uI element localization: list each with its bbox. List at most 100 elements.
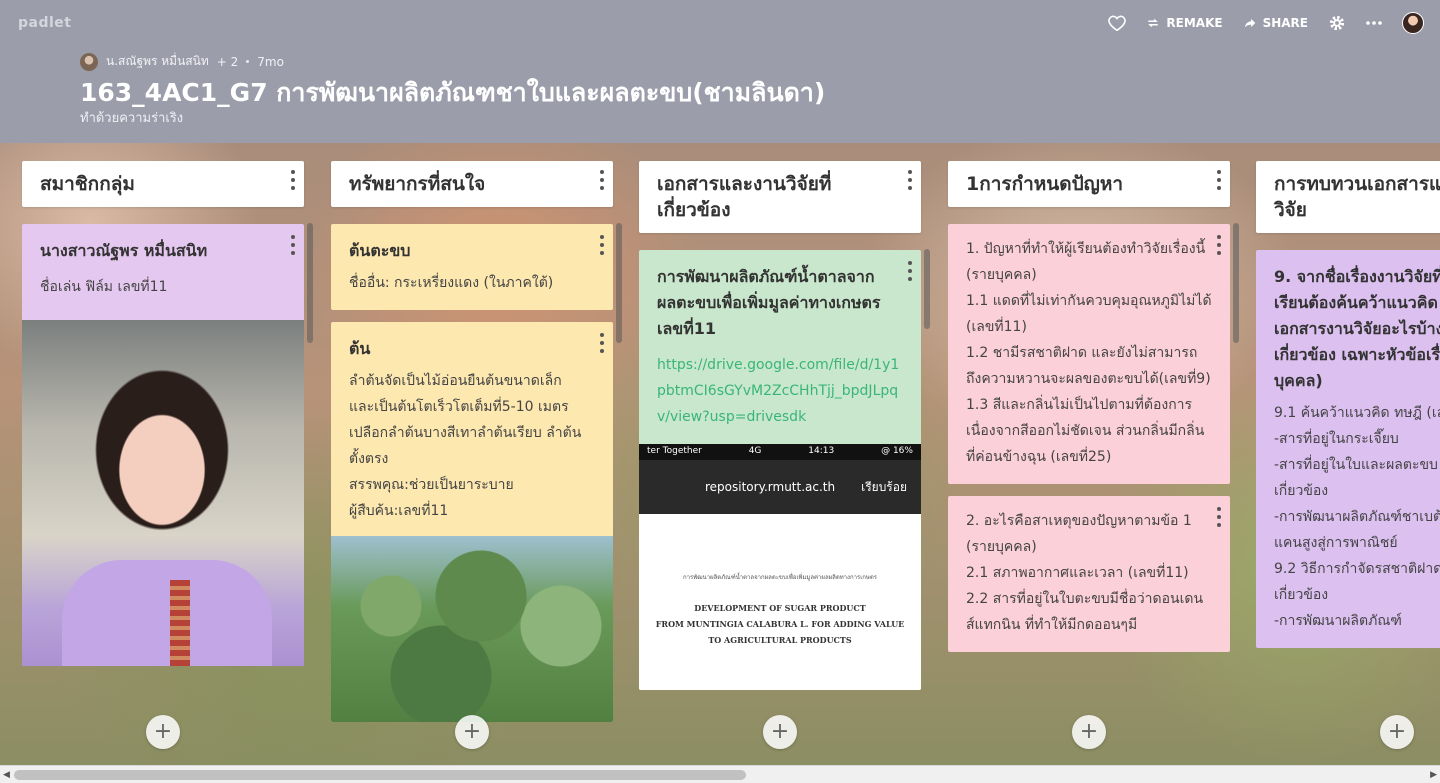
post-title: ต้น: [349, 339, 371, 358]
doc-thai-title: การพัฒนาผลิตภัณฑ์น้ำตาลจากผลตะขบเพื่อเพิ…: [683, 574, 877, 581]
padlet-logo[interactable]: padlet: [18, 15, 71, 31]
post-menu-icon[interactable]: [288, 234, 298, 256]
horizontal-scrollbar[interactable]: ◀ ▶: [0, 765, 1440, 783]
doc-title-line: TO AGRICULTURAL PRODUCTS: [708, 635, 852, 645]
phone-carrier: ter Together: [647, 446, 702, 456]
post-link[interactable]: https://drive.google.com/file/d/1y1pbtmC…: [657, 352, 903, 430]
like-button[interactable]: [1108, 15, 1127, 31]
add-post-button[interactable]: +: [1380, 715, 1414, 749]
add-post-button[interactable]: +: [455, 715, 489, 749]
column-posts: ต้นตะขบ ชื่ออื่น: กระเหรี่ยงแดง (ในภาคใต…: [331, 224, 613, 722]
column-posts: 1. ปัญหาที่ทำให้ผู้เรียนต้องทำวิจัยเรื่อ…: [948, 224, 1230, 652]
page-subtitle: ทำด้วยความร่าเริง: [80, 111, 184, 126]
photo-shirt: [62, 560, 272, 666]
column-menu-icon[interactable]: [597, 169, 607, 191]
user-avatar[interactable]: [1402, 12, 1424, 34]
padlet-canvas: สมาชิกกลุ่ม นางสาวณัฐพร หมื่นสนิท ชื่อเล…: [0, 143, 1440, 765]
post-card[interactable]: 9. จากชื่อเรื่องงานวิจัยที่ตั้งไว้ ผู้เร…: [1256, 250, 1440, 648]
column-title: การทบทวนเอกสารและงานวิจัย: [1274, 173, 1440, 221]
post-body: 1. ปัญหาที่ทำให้ผู้เรียนต้องทำวิจัยเรื่อ…: [966, 241, 1212, 465]
post-card[interactable]: 1. ปัญหาที่ทำให้ผู้เรียนต้องทำวิจัยเรื่อ…: [948, 224, 1230, 484]
column-scrollbar[interactable]: [616, 223, 622, 343]
author-avatar: [80, 52, 98, 71]
column-documents: เอกสารและงานวิจัยที่เกี่ยวข้อง การพัฒนาผ…: [639, 161, 930, 702]
post-card[interactable]: นางสาวณัฐพร หมื่นสนิท ชื่อเล่น ฟิล์ม เลข…: [22, 224, 304, 666]
heart-icon: [1108, 15, 1127, 31]
share-icon: [1244, 18, 1255, 28]
column-title: สมาชิกกลุ่ม: [40, 173, 135, 195]
column-header: เอกสารและงานวิจัยที่เกี่ยวข้อง: [639, 161, 921, 233]
phone-done: เรียบร้อย: [861, 479, 907, 494]
header-actions: REMAKE SHARE: [1108, 12, 1424, 34]
remake-label: REMAKE: [1166, 16, 1223, 30]
settings-button[interactable]: [1328, 14, 1346, 32]
post-title: ต้นตะขบ: [349, 241, 411, 260]
post-menu-icon[interactable]: [597, 234, 607, 256]
column-menu-icon[interactable]: [288, 169, 298, 191]
member-photo[interactable]: [22, 320, 304, 666]
column-resources: ทรัพยากรที่สนใจ ต้นตะขบ ชื่ออื่น: กระเหร…: [331, 161, 622, 734]
share-button[interactable]: SHARE: [1243, 16, 1308, 30]
more-horizontal-icon: [1366, 21, 1382, 25]
column-header: การทบทวนเอกสารและงานวิจัย: [1256, 161, 1440, 233]
author-name[interactable]: น.สณัฐพร หมื่นสนิท: [106, 52, 209, 71]
gear-icon: [1329, 15, 1345, 31]
post-menu-icon[interactable]: [905, 260, 915, 282]
scrollbar-thumb[interactable]: [14, 770, 746, 780]
column-header: ทรัพยากรที่สนใจ: [331, 161, 613, 207]
column-scrollbar[interactable]: [924, 249, 930, 329]
remake-icon: [1148, 18, 1159, 28]
column-title: 1การกำหนดปัญหา: [966, 173, 1124, 195]
column-members: สมาชิกกลุ่ม นางสาวณัฐพร หมื่นสนิท ชื่อเล…: [22, 161, 313, 678]
more-button[interactable]: [1366, 21, 1382, 25]
padlet-meta: น.สณัฐพร หมื่นสนิท + 2 7mo: [80, 52, 284, 71]
doc-title-line: FROM MUNTINGIA CALABURA L. FOR ADDING VA…: [655, 619, 905, 629]
phone-battery: @ 16%: [881, 446, 913, 456]
post-body: ชื่ออื่น: กระเหรี่ยงแดง (ในภาคใต้): [349, 275, 554, 291]
column-menu-icon[interactable]: [1214, 169, 1224, 191]
column-posts: การพัฒนาผลิตภัณฑ์น้ำตาลจากผลตะขบเพื่อเพิ…: [639, 250, 921, 690]
column-header: 1การกำหนดปัญหา: [948, 161, 1230, 207]
post-card[interactable]: ต้น ลำต้นจัดเป็นไม้อ่อนยืนต้นขนาดเล็ก แล…: [331, 322, 613, 722]
add-post-button[interactable]: +: [1072, 715, 1106, 749]
contributors-count: + 2: [216, 54, 239, 69]
post-card[interactable]: ต้นตะขบ ชื่ออื่น: กระเหรี่ยงแดง (ในภาคใต…: [331, 224, 613, 310]
padlet-age: 7mo: [257, 54, 284, 69]
post-body: ชื่อเล่น ฟิล์ม เลขที่11: [40, 279, 168, 295]
share-label: SHARE: [1262, 16, 1308, 30]
column-literature-review: การทบทวนเอกสารและงานวิจัย 9. จากชื่อเรื่…: [1256, 161, 1440, 660]
photo-tie: [170, 580, 190, 666]
scroll-left-icon[interactable]: ◀: [3, 770, 10, 780]
page-title: 163_4AC1_G7 การพัฒนาผลิตภัณฑชาใบและผลตะข…: [80, 78, 826, 107]
separator-dot: [246, 60, 250, 63]
document-screenshot[interactable]: ter Together 4G 14:13 @ 16% repository.r…: [639, 444, 921, 690]
remake-button[interactable]: REMAKE: [1146, 16, 1223, 30]
column-posts: 9. จากชื่อเรื่องงานวิจัยที่ตั้งไว้ ผู้เร…: [1256, 250, 1440, 648]
phone-browser-bar: repository.rmutt.ac.th เรียบร้อย: [639, 460, 921, 514]
padlet-header: padlet REMAKE SHARE น.สณัฐพร หมื่นสนิท +…: [0, 0, 1440, 143]
column-header: สมาชิกกลุ่ม: [22, 161, 304, 207]
phone-document: การพัฒนาผลิตภัณฑ์น้ำตาลจากผลตะขบเพื่อเพิ…: [639, 514, 921, 648]
column-menu-icon[interactable]: [905, 169, 915, 191]
post-card[interactable]: 2. อะไรคือสาเหตุของปัญหาตามข้อ 1 (รายบุค…: [948, 496, 1230, 652]
post-card[interactable]: การพัฒนาผลิตภัณฑ์น้ำตาลจากผลตะขบเพื่อเพิ…: [639, 250, 921, 690]
post-menu-icon[interactable]: [1214, 234, 1224, 256]
post-menu-icon[interactable]: [1214, 506, 1224, 528]
post-title: นางสาวณัฐพร หมื่นสนิท: [40, 241, 208, 260]
tree-photo[interactable]: [331, 536, 613, 722]
post-menu-icon[interactable]: [597, 332, 607, 354]
add-post-button[interactable]: +: [763, 715, 797, 749]
column-problem: 1การกำหนดปัญหา 1. ปัญหาที่ทำให้ผู้เรียนต…: [948, 161, 1239, 664]
scroll-right-icon[interactable]: ▶: [1430, 770, 1437, 780]
post-body: 2. อะไรคือสาเหตุของปัญหาตามข้อ 1 (รายบุค…: [966, 513, 1204, 633]
add-post-button[interactable]: +: [146, 715, 180, 749]
post-title: การพัฒนาผลิตภัณฑ์น้ำตาลจากผลตะขบเพื่อเพิ…: [657, 267, 881, 338]
phone-status-bar: ter Together 4G 14:13 @ 16%: [639, 444, 921, 460]
column-posts: นางสาวณัฐพร หมื่นสนิท ชื่อเล่น ฟิล์ม เลข…: [22, 224, 304, 666]
column-title: เอกสารและงานวิจัยที่เกี่ยวข้อง: [657, 173, 832, 221]
column-scrollbar[interactable]: [307, 223, 313, 343]
post-title: 9. จากชื่อเรื่องงานวิจัยที่ตั้งไว้ ผู้เร…: [1274, 267, 1440, 390]
phone-network: 4G: [748, 446, 762, 456]
column-scrollbar[interactable]: [1233, 223, 1239, 343]
doc-title-line: DEVELOPMENT OF SUGAR PRODUCT: [694, 603, 866, 613]
